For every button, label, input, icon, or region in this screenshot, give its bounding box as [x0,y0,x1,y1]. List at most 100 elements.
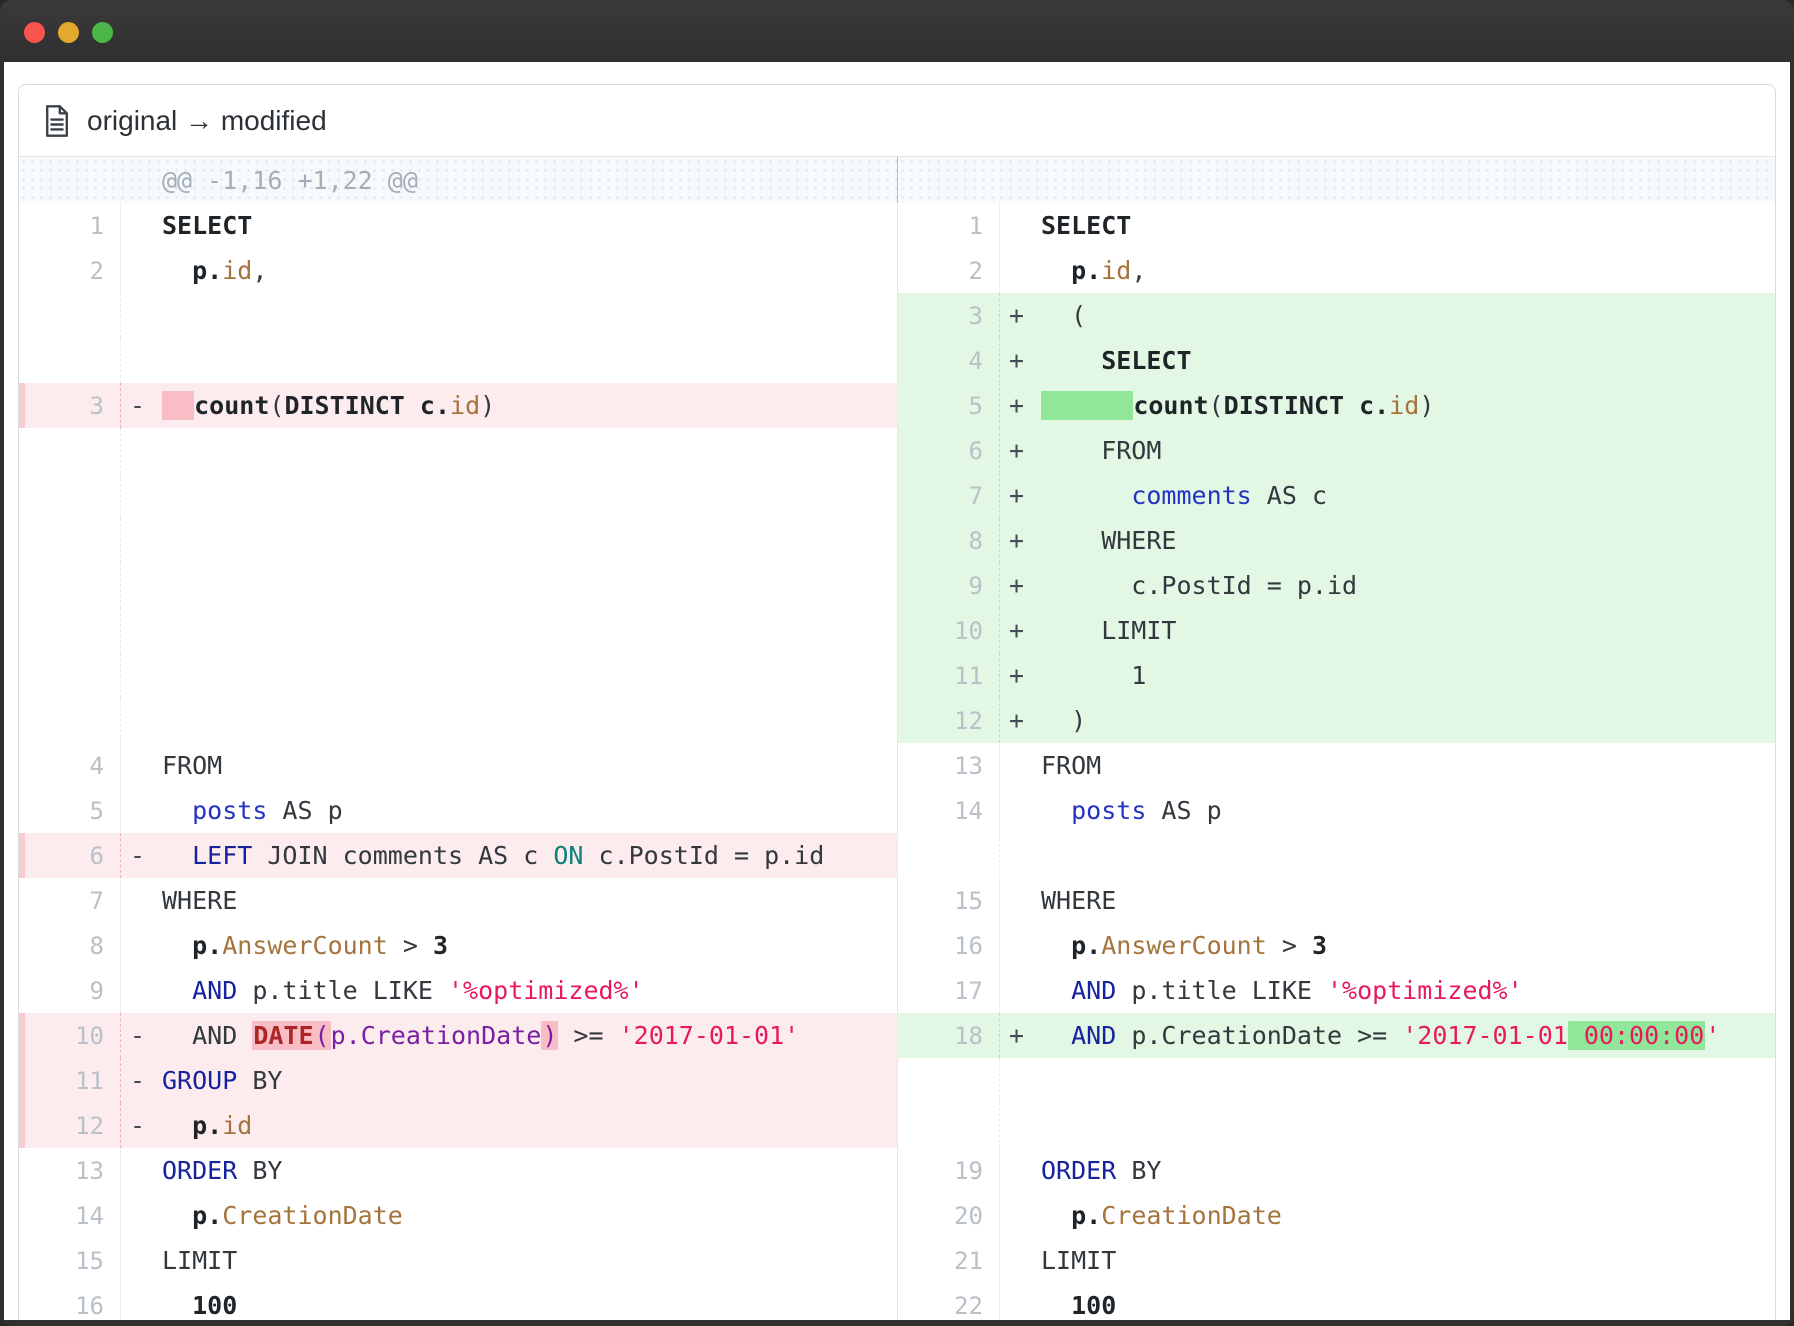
line-number [19,698,121,743]
code-token: FROM [1041,436,1161,465]
code-token [162,841,192,870]
code-token: AND [162,1021,252,1050]
left-line-13: 13ORDER BY [19,1148,897,1193]
left-line-5: 5 posts AS p [19,788,897,833]
code-token [1041,1021,1071,1050]
file-title: original → modified [87,105,327,137]
diff-sign: + [1000,571,1036,600]
code-line: posts AS p [157,796,897,825]
code-token: c.PostId = p.id [1041,571,1357,600]
code-token [1041,256,1071,285]
window-body: original → modified @@ -1,16 +1,22 @@ 1 [4,62,1790,1320]
code-token: DISTINCT [1224,391,1344,420]
code-token [162,976,192,1005]
diff-sign: - [121,1066,157,1095]
zoom-button[interactable] [92,22,113,43]
code-token: , [1131,256,1146,285]
line-number: 2 [898,248,1000,293]
code-token: CreationDate [1101,1201,1282,1230]
left-filler [19,338,897,383]
left-line-8: 8 p.AnswerCount > 3 [19,923,897,968]
code-token: LIMIT [1041,1246,1116,1275]
right-line-5: 5+ count(DISTINCT c.id) [897,383,1775,428]
code-token: posts [1071,796,1146,825]
code-token: ) [1419,391,1434,420]
diff-rows: 1SELECT1SELECT2 p.id,2 p.id,3+ (4+ SELEC… [19,203,1775,1320]
line-number: 11 [19,1058,121,1103]
code-token: id [222,256,252,285]
left-line-2: 2 p.id, [19,248,897,293]
code-line: AND p.title LIKE '%optimized%' [1036,976,1775,1005]
code-token: 3 [433,931,448,960]
line-number: 22 [898,1283,1000,1320]
code-line: LIMIT [157,1246,897,1275]
close-button[interactable] [24,22,45,43]
right-line-3: 3+ ( [897,293,1775,338]
left-filler [19,698,897,743]
code-token [162,256,192,285]
line-number: 19 [898,1148,1000,1193]
code-token: LIMIT [1041,616,1176,645]
right-line-15: 15WHERE [897,878,1775,923]
code-line: 100 [157,1291,897,1320]
code-line: count(DISTINCT c.id) [1036,391,1775,420]
diff-sign: - [121,841,157,870]
line-number [898,833,1000,878]
diff-sign: + [1000,661,1036,690]
diff-row: 2 p.id,2 p.id, [19,248,1775,293]
code-line: LEFT JOIN comments AS c ON c.PostId = p.… [157,841,897,870]
diff-sign: + [1000,1021,1036,1050]
code-token [1041,976,1071,1005]
minimize-button[interactable] [58,22,79,43]
line-number: 5 [19,788,121,833]
right-line-19: 19 ORDER BY [897,1148,1775,1193]
left-line-12: 12- p.id [19,1103,897,1148]
line-number [19,608,121,653]
code-token: p. [1071,1201,1101,1230]
code-token: BY [1116,1156,1161,1185]
right-line-9: 9+ c.PostId = p.id [897,563,1775,608]
left-line-7: 7WHERE [19,878,897,923]
line-number: 11 [898,653,1000,698]
right-line-21: 21 LIMIT [897,1238,1775,1283]
code-token: p. [192,1111,222,1140]
file-header: original → modified [19,85,1775,157]
left-filler [19,518,897,563]
line-number: 5 [898,383,1000,428]
code-token: ( [269,391,284,420]
right-line-20: 20 p.CreationDate [897,1193,1775,1238]
code-token: c.PostId = p.id [583,841,824,870]
line-number: 21 [898,1238,1000,1283]
code-line: LIMIT [1036,1246,1775,1275]
line-number: 12 [19,1103,121,1148]
line-number: 16 [19,1283,121,1320]
line-number: 15 [19,1238,121,1283]
code-token [1041,1201,1071,1230]
line-number: 2 [19,248,121,293]
code-token: id [1101,256,1131,285]
right-line-2: 2 p.id, [897,248,1775,293]
diff-row: 3- count(DISTINCT c.id)5+ count(DISTINCT… [19,383,1775,428]
code-token: p.title LIKE [1116,976,1327,1005]
code-token: '%optimized%' [1327,976,1523,1005]
left-filler [19,653,897,698]
code-token: p. [192,1201,222,1230]
diff-row: 6- LEFT JOIN comments AS c ON c.PostId =… [19,833,1775,878]
code-token: p. [192,256,222,285]
diff-row: 13ORDER BY19 ORDER BY [19,1148,1775,1193]
right-line-22: 22 100 [897,1283,1775,1320]
code-token [162,1291,192,1320]
code-token: id [450,391,480,420]
line-number: 18 [898,1013,1000,1058]
code-token: p. [192,931,222,960]
diff-sign: + [1000,436,1036,465]
code-token: DATE [252,1021,314,1050]
diff-row: 11-GROUP BY [19,1058,1775,1103]
hunk-header-left: @@ -1,16 +1,22 @@ [19,157,897,203]
line-number: 7 [898,473,1000,518]
code-line: WHERE [1036,526,1775,555]
line-number: 8 [898,518,1000,563]
line-number: 7 [19,878,121,923]
line-number [898,1103,1000,1148]
code-token: ORDER [1041,1156,1116,1185]
